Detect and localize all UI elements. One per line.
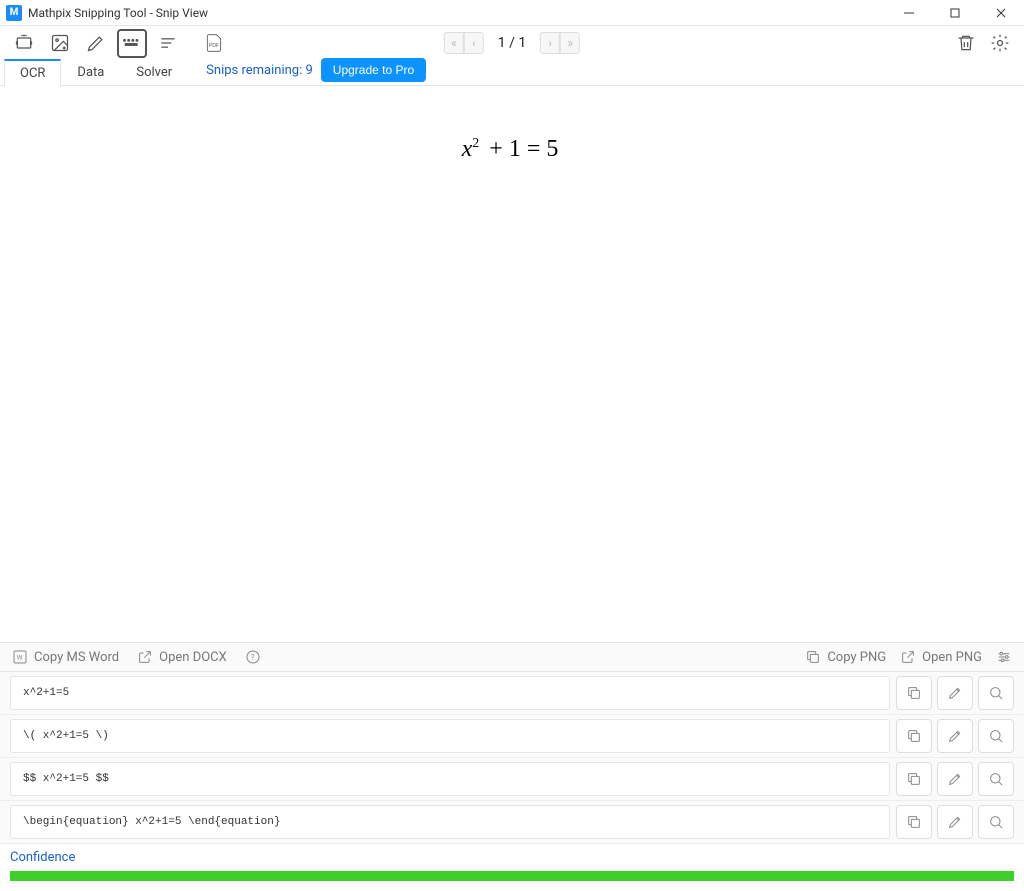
pager-first-button[interactable]: « [444, 32, 464, 54]
edit-icon[interactable] [82, 29, 110, 57]
close-button[interactable] [978, 0, 1024, 26]
external-link-icon [137, 649, 153, 665]
sliders-icon[interactable] [996, 649, 1012, 665]
app-icon: M [6, 5, 22, 21]
pager-prev-button[interactable]: ‹ [464, 32, 484, 54]
word-icon: W [12, 649, 28, 665]
snips-remaining: Snips remaining: 9 Upgrade to Pro [206, 58, 426, 85]
output-row: x^2+1=5 [0, 672, 1024, 715]
preview-area: x2 + 1 = 5 [0, 86, 1024, 642]
copy-png-button[interactable]: Copy PNG [805, 649, 886, 665]
output-text[interactable]: \begin{equation} x^2+1=5 \end{equation} [10, 805, 890, 839]
list-icon[interactable] [154, 29, 182, 57]
keyboard-icon[interactable] [118, 29, 146, 57]
toolbar: PDF « ‹ 1 / 1 › » [0, 26, 1024, 60]
open-png-button[interactable]: Open PNG [900, 649, 982, 665]
confidence-label: Confidence [10, 850, 1014, 865]
svg-text:PDF: PDF [209, 43, 219, 49]
copy-button[interactable] [896, 719, 932, 753]
tab-ocr[interactable]: OCR [4, 59, 61, 86]
screenshot-snip-icon[interactable] [10, 29, 38, 57]
copy-button[interactable] [896, 762, 932, 796]
title-bar: M Mathpix Snipping Tool - Snip View [0, 0, 1024, 26]
pager-next-button[interactable]: › [540, 32, 560, 54]
settings-icon[interactable] [986, 29, 1014, 57]
output-row: \begin{equation} x^2+1=5 \end{equation} [0, 801, 1024, 844]
confidence-fill [10, 871, 1014, 881]
pdf-icon[interactable]: PDF [200, 29, 228, 57]
edit-button[interactable] [937, 762, 973, 796]
tab-solver[interactable]: Solver [120, 59, 188, 85]
tab-data[interactable]: Data [61, 59, 120, 85]
output-list: x^2+1=5 \( x^2+1=5 \) $$ x^2+1=5 $$ \beg… [0, 672, 1024, 844]
output-text[interactable]: \( x^2+1=5 \) [10, 719, 890, 753]
edit-button[interactable] [937, 719, 973, 753]
svg-text:W: W [17, 654, 23, 662]
delete-icon[interactable] [952, 29, 980, 57]
search-button[interactable] [978, 805, 1014, 839]
copy-icon [805, 649, 821, 665]
confidence-bar [10, 871, 1014, 881]
output-row: \( x^2+1=5 \) [0, 715, 1024, 758]
tool-group-right [952, 29, 1014, 57]
pager-prev-group: « ‹ [444, 32, 484, 54]
help-icon[interactable]: ? [245, 649, 261, 665]
copy-button[interactable] [896, 805, 932, 839]
output-text[interactable]: x^2+1=5 [10, 676, 890, 710]
confidence-section: Confidence [0, 844, 1024, 891]
maximize-button[interactable] [932, 0, 978, 26]
rendered-equation: x2 + 1 = 5 [462, 136, 563, 163]
export-bar: W Copy MS Word Open DOCX ? Copy PNG Open… [0, 642, 1024, 672]
copy-button[interactable] [896, 676, 932, 710]
pager-next-group: › » [540, 32, 580, 54]
edit-button[interactable] [937, 676, 973, 710]
upgrade-button[interactable]: Upgrade to Pro [321, 58, 426, 82]
page-indicator: 1 / 1 [498, 35, 526, 51]
pager: « ‹ 1 / 1 › » [444, 32, 580, 54]
output-row: $$ x^2+1=5 $$ [0, 758, 1024, 801]
image-upload-icon[interactable] [46, 29, 74, 57]
output-text[interactable]: $$ x^2+1=5 $$ [10, 762, 890, 796]
search-button[interactable] [978, 719, 1014, 753]
external-link-icon [900, 649, 916, 665]
minimize-button[interactable] [886, 0, 932, 26]
copy-ms-word-button[interactable]: W Copy MS Word [12, 649, 119, 665]
window-title: Mathpix Snipping Tool - Snip View [28, 6, 886, 20]
edit-button[interactable] [937, 805, 973, 839]
pager-last-button[interactable]: » [560, 32, 580, 54]
svg-text:?: ? [251, 653, 255, 662]
search-button[interactable] [978, 762, 1014, 796]
tabs-row: OCR Data Solver Snips remaining: 9 Upgra… [0, 60, 1024, 86]
search-button[interactable] [978, 676, 1014, 710]
open-docx-button[interactable]: Open DOCX [137, 649, 227, 665]
window-controls [886, 0, 1024, 26]
tool-group-left: PDF [10, 29, 228, 57]
